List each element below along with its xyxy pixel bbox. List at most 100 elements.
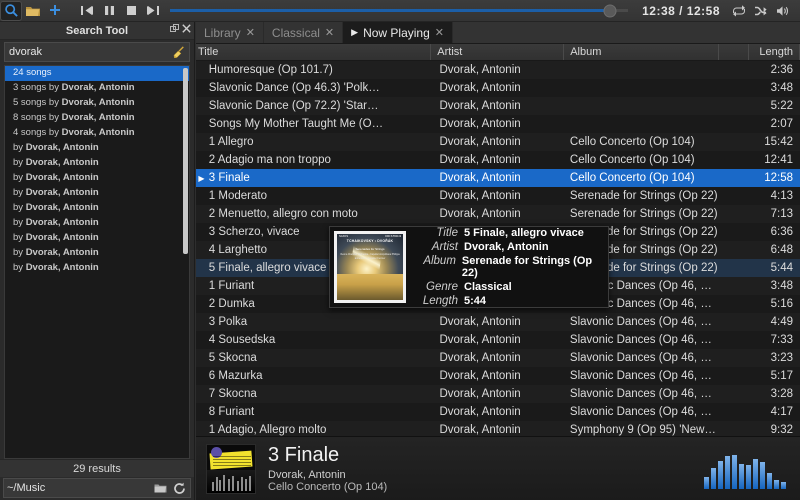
visualizer-bar: [781, 482, 786, 488]
table-cell-artist: Dvorak, Antonin: [439, 388, 569, 400]
stop-icon[interactable]: [120, 1, 142, 21]
sidebar-result-item[interactable]: 3 Finaleby Dvorak, Antonin: [5, 261, 189, 276]
seek-bar[interactable]: [164, 0, 634, 22]
sidebar-scrollbar[interactable]: [183, 68, 188, 254]
visualizer-bar: [767, 473, 772, 489]
table-cell-length: 5:44: [751, 262, 800, 274]
refresh-icon[interactable]: [171, 480, 187, 496]
repeat-icon[interactable]: [728, 1, 750, 21]
sidebar-result-subtitle: by Dvorak, Antonin: [11, 187, 183, 198]
column-header-spacer[interactable]: [719, 44, 749, 60]
table-cell-album: Slavonic Dances (Op 46, orchestral): [570, 316, 722, 328]
pause-icon[interactable]: [98, 1, 120, 21]
sidebar-result-item[interactable]: 2 Dumkaby Dvorak, Antonin: [5, 216, 189, 231]
sidebar-result-subtitle: by Dvorak, Antonin: [11, 262, 183, 273]
table-row[interactable]: 4 SousedskaDvorak, AntoninSlavonic Dance…: [196, 331, 800, 349]
seek-track[interactable]: [170, 9, 628, 12]
table-row[interactable]: 3 PolkaDvorak, AntoninSlavonic Dances (O…: [196, 313, 800, 331]
table-cell-length: 5:22: [751, 100, 800, 112]
sidebar-result-item[interactable]: 1 Furiantby Dvorak, Antonin: [5, 171, 189, 186]
tab-classical[interactable]: Classical ✕: [264, 22, 343, 43]
tooltip-field: ArtistDvorak, Antonin: [414, 241, 604, 253]
tab-label: Classical: [272, 26, 320, 40]
table-cell-artist: Dvorak, Antonin: [439, 424, 569, 436]
table-row[interactable]: 1 AllegroDvorak, AntoninCello Concerto (…: [196, 133, 800, 151]
table-row[interactable]: Songs My Mother Taught Me (O…Dvorak, Ant…: [196, 115, 800, 133]
sidebar-result-item[interactable]: 1 Moderatoby Dvorak, Antonin: [5, 186, 189, 201]
volume-icon[interactable]: [772, 1, 794, 21]
search-input[interactable]: [9, 46, 171, 58]
sidebar-result-item[interactable]: Dvorak, Antonin24 songs: [5, 66, 189, 81]
seek-handle[interactable]: [603, 4, 616, 17]
track-tooltip: NAXOS DDD 8.550419 TCHAIKOVSKY • DVOŘÁK …: [329, 226, 609, 308]
table-cell-title: 2 Adagio ma non troppo: [207, 154, 440, 166]
column-header-length[interactable]: Length: [749, 44, 800, 60]
tooltip-field-key: Artist: [414, 241, 464, 253]
tooltip-field: Length5:44: [414, 295, 604, 307]
search-field-wrapper[interactable]: [4, 42, 190, 62]
search-tool-title: Search Tool: [66, 25, 128, 37]
tab-close-icon[interactable]: ✕: [435, 26, 444, 39]
folder-icon[interactable]: [152, 480, 168, 496]
cover-label-corner-left: NAXOS: [339, 235, 348, 238]
search-toggle-icon[interactable]: [0, 1, 22, 21]
table-row[interactable]: 1 Adagio, Allegro moltoDvorak, AntoninSy…: [196, 421, 800, 436]
spectrum-visualizer: [704, 449, 790, 489]
table-cell-title: 1 Moderato: [207, 190, 440, 202]
table-cell-title: 8 Furiant: [207, 406, 440, 418]
table-row[interactable]: Humoresque (Op 101.7)Dvorak, Antonin2:36: [196, 61, 800, 79]
table-cell-artist: Dvorak, Antonin: [439, 64, 569, 76]
search-tool-panel: Search Tool Dvorak, Antonin24 songsCello…: [0, 22, 195, 500]
next-icon[interactable]: [142, 1, 164, 21]
tab-now-playing[interactable]: ▶Now Playing✕: [343, 22, 453, 43]
sidebar-result-subtitle: by Dvorak, Antonin: [11, 142, 183, 153]
open-folder-icon[interactable]: [22, 1, 44, 21]
sidebar-result-subtitle: 4 songs by Dvorak, Antonin: [11, 127, 183, 138]
table-cell-album: Symphony 9 (Op 95) 'New World': [570, 424, 722, 436]
table-row[interactable]: 7 SkocnaDvorak, AntoninSlavonic Dances (…: [196, 385, 800, 403]
table-row[interactable]: ▶3 FinaleDvorak, AntoninCello Concerto (…: [196, 169, 800, 187]
add-files-icon[interactable]: [44, 1, 66, 21]
column-header-artist[interactable]: Artist: [431, 44, 564, 60]
sidebar-result-item[interactable]: 1 Allegroby Dvorak, Antonin: [5, 156, 189, 171]
table-cell-length: 3:48: [751, 280, 800, 292]
close-panel-icon[interactable]: [182, 24, 191, 33]
shuffle-icon[interactable]: [750, 1, 772, 21]
sidebar-result-item[interactable]: 1 Adagio, Allegro moltoby Dvorak, Antoni…: [5, 141, 189, 156]
tab-close-icon[interactable]: ✕: [246, 26, 255, 39]
sidebar-result-item[interactable]: Slavonic Dances (Op 46, orchestral)8 son…: [5, 111, 189, 126]
previous-icon[interactable]: [76, 1, 98, 21]
table-row[interactable]: 6 MazurkaDvorak, AntoninSlavonic Dances …: [196, 367, 800, 385]
broom-icon[interactable]: [171, 45, 185, 59]
tab-library[interactable]: Library ✕: [196, 22, 264, 43]
table-cell-album: Serenade for Strings (Op 22): [570, 190, 722, 202]
table-cell-artist: Dvorak, Antonin: [439, 190, 569, 202]
table-row[interactable]: 2 Adagio ma non troppoDvorak, AntoninCel…: [196, 151, 800, 169]
sidebar-result-subtitle: by Dvorak, Antonin: [11, 232, 183, 243]
table-cell-length: 12:58: [751, 172, 800, 184]
search-results-list[interactable]: Dvorak, Antonin24 songsCello Concerto (O…: [4, 65, 190, 459]
sidebar-result-item[interactable]: Cello Concerto (Op 104)3 songs by Dvorak…: [5, 81, 189, 96]
table-row[interactable]: Slavonic Dance (Op 72.2) 'Star…Dvorak, A…: [196, 97, 800, 115]
sidebar-result-item[interactable]: 2 Menuetto, allegro con motoby Dvorak, A…: [5, 246, 189, 261]
sidebar-result-item[interactable]: Serenade for Strings (Op 22)5 songs by D…: [5, 96, 189, 111]
sidebar-result-item[interactable]: 2 Largoby Dvorak, Antonin: [5, 231, 189, 246]
undock-icon[interactable]: [170, 24, 179, 33]
sidebar-result-item[interactable]: Symphony 9 (Op 95) 'New World'4 songs by…: [5, 126, 189, 141]
now-playing-artist: Dvorak, Antonin: [268, 469, 704, 481]
table-row[interactable]: 5 SkocnaDvorak, AntoninSlavonic Dances (…: [196, 349, 800, 367]
table-cell-album: Cello Concerto (Op 104): [570, 172, 722, 184]
table-row[interactable]: Slavonic Dance (Op 46.3) 'Polk…Dvorak, A…: [196, 79, 800, 97]
table-row[interactable]: 2 Menuetto, allegro con motoDvorak, Anto…: [196, 205, 800, 223]
tab-close-icon[interactable]: ✕: [325, 26, 334, 39]
tab-label: Library: [204, 26, 241, 40]
table-row[interactable]: 8 FuriantDvorak, AntoninSlavonic Dances …: [196, 403, 800, 421]
column-header-album[interactable]: Album: [564, 44, 719, 60]
sidebar-result-item[interactable]: 2 Adagio ma non troppoby Dvorak, Antonin: [5, 201, 189, 216]
visualizer-bar: [718, 461, 723, 488]
music-path-field[interactable]: ~/Music: [3, 478, 191, 498]
table-row[interactable]: 1 ModeratoDvorak, AntoninSerenade for St…: [196, 187, 800, 205]
column-header-title[interactable]: Title: [196, 44, 431, 60]
table-cell-title: 4 Sousedska: [207, 334, 440, 346]
table-cell-title: 3 Finale: [207, 172, 440, 184]
